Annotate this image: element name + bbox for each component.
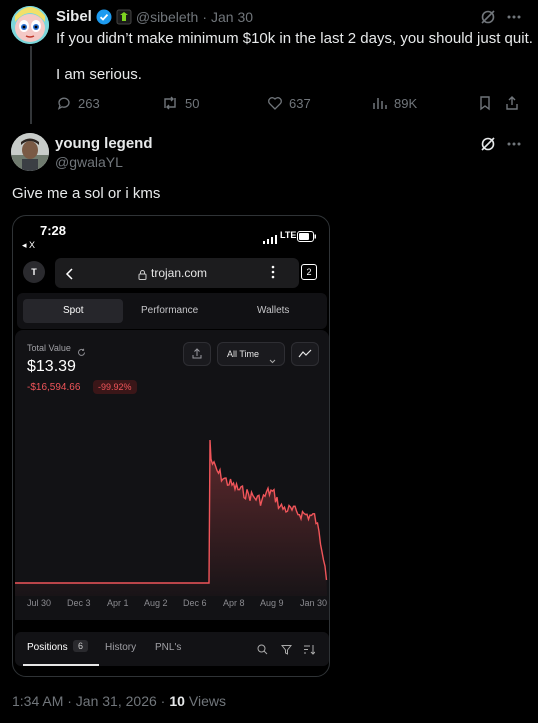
total-value-label: Total Value <box>27 343 71 353</box>
site-initial-icon: T <box>31 267 37 277</box>
heart-icon <box>268 97 282 110</box>
line-chart-icon <box>298 349 312 358</box>
pnl-chart <box>15 439 328 596</box>
x-tick-label: Dec 6 <box>183 598 207 608</box>
tweet1-body-line1: If you didn’t make minimum $10k in the l… <box>56 30 533 47</box>
reply-count: 263 <box>78 95 100 111</box>
phone-screen: 7:28 ◂ X LTE T trojan.com 2 Spot Perform… <box>13 216 329 676</box>
like-button[interactable]: 637 <box>267 95 311 111</box>
views-label: Views <box>188 693 226 709</box>
search-icon[interactable] <box>257 642 268 660</box>
pnl-percent-badge: -99.92% <box>93 380 137 394</box>
filter-icon[interactable] <box>280 642 293 660</box>
tweet1-header: Sibel @sibeleth · Jan 30 <box>56 8 253 25</box>
display-name[interactable]: Sibel <box>56 8 92 25</box>
x-tick-label: Aug 2 <box>144 598 168 608</box>
positions-tabs: Positions 6 History PNL's <box>15 632 329 666</box>
export-button[interactable] <box>183 342 211 366</box>
more-options-icon[interactable] <box>506 9 522 25</box>
x-tick-label: Apr 1 <box>107 598 129 608</box>
network-label: LTE <box>280 230 297 240</box>
refresh-icon[interactable] <box>77 344 86 362</box>
signal-icon <box>263 231 277 249</box>
thread-connector <box>30 46 32 124</box>
attached-image[interactable]: 7:28 ◂ X LTE T trojan.com 2 Spot Perform… <box>12 215 330 677</box>
display-name[interactable]: young legend <box>55 135 153 152</box>
tab-pnls[interactable]: PNL's <box>155 642 181 653</box>
tab-wallets[interactable]: Wallets <box>257 305 289 316</box>
total-value: $13.39 <box>27 358 76 375</box>
x-tick-label: Apr 8 <box>223 598 245 608</box>
site-avatar[interactable]: T <box>23 261 45 283</box>
grok-icon[interactable] <box>480 9 496 25</box>
avatar-young-legend[interactable] <box>11 133 49 171</box>
tweet1-body-line2: I am serious. <box>56 66 142 83</box>
handle[interactable]: @gwalaYL <box>55 154 153 170</box>
tweet2-body: Give me a sol or i kms <box>12 185 161 202</box>
positions-count-badge: 6 <box>73 640 89 652</box>
status-time: 7:28 <box>40 223 67 238</box>
tab-history[interactable]: History <box>105 642 136 653</box>
x-tick-label: Jan 30 <box>300 598 328 608</box>
tab-performance[interactable]: Performance <box>141 305 198 316</box>
range-value: All Time <box>227 349 260 359</box>
affiliate-badge-icon <box>116 9 132 25</box>
verified-badge-icon <box>96 9 112 25</box>
tweet2-header: young legend @gwalaYL <box>55 135 153 170</box>
avatar-image <box>11 6 49 44</box>
views-icon <box>373 98 387 109</box>
post-timestamp[interactable]: 1:34 AM · Jan 31, 2026 · <box>12 693 165 709</box>
export-icon <box>192 348 202 359</box>
sort-icon[interactable] <box>303 642 316 660</box>
lock-icon <box>138 267 147 285</box>
x-tick-label: Jul 30 <box>27 598 52 608</box>
range-select[interactable]: All Time <box>217 342 285 366</box>
back-to-app-link[interactable]: ◂ X <box>22 240 35 251</box>
tab-spot[interactable]: Spot <box>63 305 84 316</box>
views-count: 10 <box>169 693 185 709</box>
chevron-down-icon <box>269 351 276 369</box>
active-tab-underline <box>23 664 99 666</box>
x-tick-label: Aug 9 <box>260 598 284 608</box>
like-count: 637 <box>289 95 311 111</box>
x-tick-label: Dec 3 <box>67 598 91 608</box>
pnl-amount: -$16,594.66 <box>27 382 81 393</box>
browser-menu-icon[interactable] <box>271 265 275 284</box>
reply-icon <box>57 97 70 110</box>
post-date[interactable]: Jan 30 <box>211 9 253 25</box>
tab-positions[interactable]: Positions <box>27 642 68 653</box>
bookmark-icon[interactable] <box>477 95 493 111</box>
post-footer: 1:34 AM · Jan 31, 2026 · 10 Views <box>12 693 226 709</box>
tab-count-button[interactable]: 2 <box>301 264 317 280</box>
handle[interactable]: @sibeleth <box>136 9 198 25</box>
view-count: 89K <box>394 95 418 111</box>
repost-count: 50 <box>185 95 200 111</box>
more-options-icon[interactable] <box>506 136 522 152</box>
url-text: trojan.com <box>151 266 208 280</box>
reply-button[interactable]: 263 <box>56 95 100 111</box>
separator-dot: · <box>202 8 207 25</box>
view-tabs: Spot Performance Wallets <box>17 293 327 329</box>
chart-type-button[interactable] <box>291 342 319 366</box>
repost-button[interactable]: 50 <box>161 95 199 111</box>
chart-area-fill <box>15 440 327 596</box>
grok-icon[interactable] <box>480 136 496 152</box>
chevron-left-icon[interactable] <box>65 267 75 285</box>
views-button[interactable]: 89K <box>372 95 417 111</box>
avatar-sibel[interactable] <box>11 6 49 44</box>
repost-icon <box>164 96 176 110</box>
avatar-image <box>11 133 49 171</box>
share-icon[interactable] <box>504 95 520 111</box>
battery-icon <box>297 229 317 247</box>
